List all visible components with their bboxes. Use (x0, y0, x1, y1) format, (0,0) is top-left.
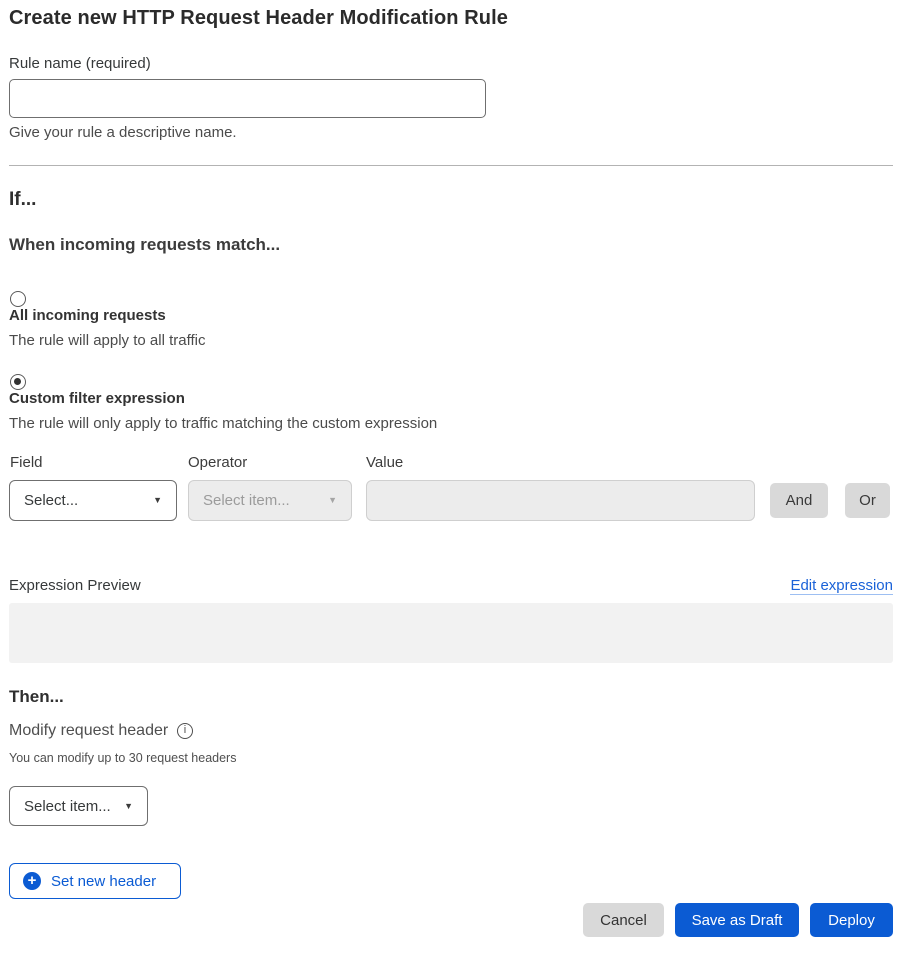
field-label: Field (10, 454, 43, 471)
set-new-header-label: Set new header (51, 873, 156, 890)
or-button[interactable]: Or (845, 483, 890, 518)
expression-preview-label: Expression Preview (9, 577, 141, 594)
page-title: Create new HTTP Request Header Modificat… (9, 7, 508, 30)
rule-name-label: Rule name (required) (9, 55, 151, 72)
field-select-value: Select... (24, 492, 78, 509)
chevron-down-icon: ▼ (124, 802, 133, 811)
expression-preview-box (9, 603, 893, 663)
operator-select-value: Select item... (203, 492, 290, 509)
then-section-heading: Then... (9, 687, 64, 707)
deploy-button[interactable]: Deploy (810, 903, 893, 937)
header-item-select-value: Select item... (24, 798, 111, 815)
radio-option-label: All incoming requests (9, 307, 205, 325)
info-icon[interactable]: i (177, 723, 193, 739)
and-button[interactable]: And (770, 483, 828, 518)
create-rule-page: Create new HTTP Request Header Modificat… (0, 0, 899, 956)
plus-icon: + (23, 872, 41, 890)
rule-name-helper: Give your rule a descriptive name. (9, 124, 237, 141)
set-new-header-button[interactable]: + Set new header (9, 863, 181, 899)
chevron-down-icon: ▼ (153, 496, 162, 505)
radio-option-label: Custom filter expression (9, 390, 437, 408)
match-subheading: When incoming requests match... (9, 235, 280, 255)
radio-selected-icon[interactable] (10, 374, 26, 390)
value-input[interactable] (366, 480, 755, 521)
field-select[interactable]: Select... ▼ (9, 480, 177, 521)
radio-option-description: The rule will apply to all traffic (9, 332, 205, 349)
chevron-down-icon: ▼ (328, 496, 337, 505)
cancel-button[interactable]: Cancel (583, 903, 664, 937)
rule-name-input[interactable] (9, 79, 486, 118)
modify-request-header-label: Modify request header (9, 722, 168, 740)
operator-label: Operator (188, 454, 247, 471)
value-label: Value (366, 454, 403, 471)
edit-expression-link[interactable]: Edit expression (790, 577, 893, 595)
section-divider (9, 165, 893, 166)
header-limit-hint: You can modify up to 30 request headers (9, 751, 236, 765)
save-as-draft-button[interactable]: Save as Draft (675, 903, 799, 937)
header-item-select[interactable]: Select item... ▼ (9, 786, 148, 826)
operator-select[interactable]: Select item... ▼ (188, 480, 352, 521)
if-section-heading: If... (9, 189, 36, 211)
radio-option-custom-filter-expression[interactable]: Custom filter expression The rule will o… (9, 372, 437, 432)
radio-unselected-icon[interactable] (10, 291, 26, 307)
radio-option-description: The rule will only apply to traffic matc… (9, 415, 437, 432)
radio-option-all-incoming-requests[interactable]: All incoming requests The rule will appl… (9, 289, 205, 349)
